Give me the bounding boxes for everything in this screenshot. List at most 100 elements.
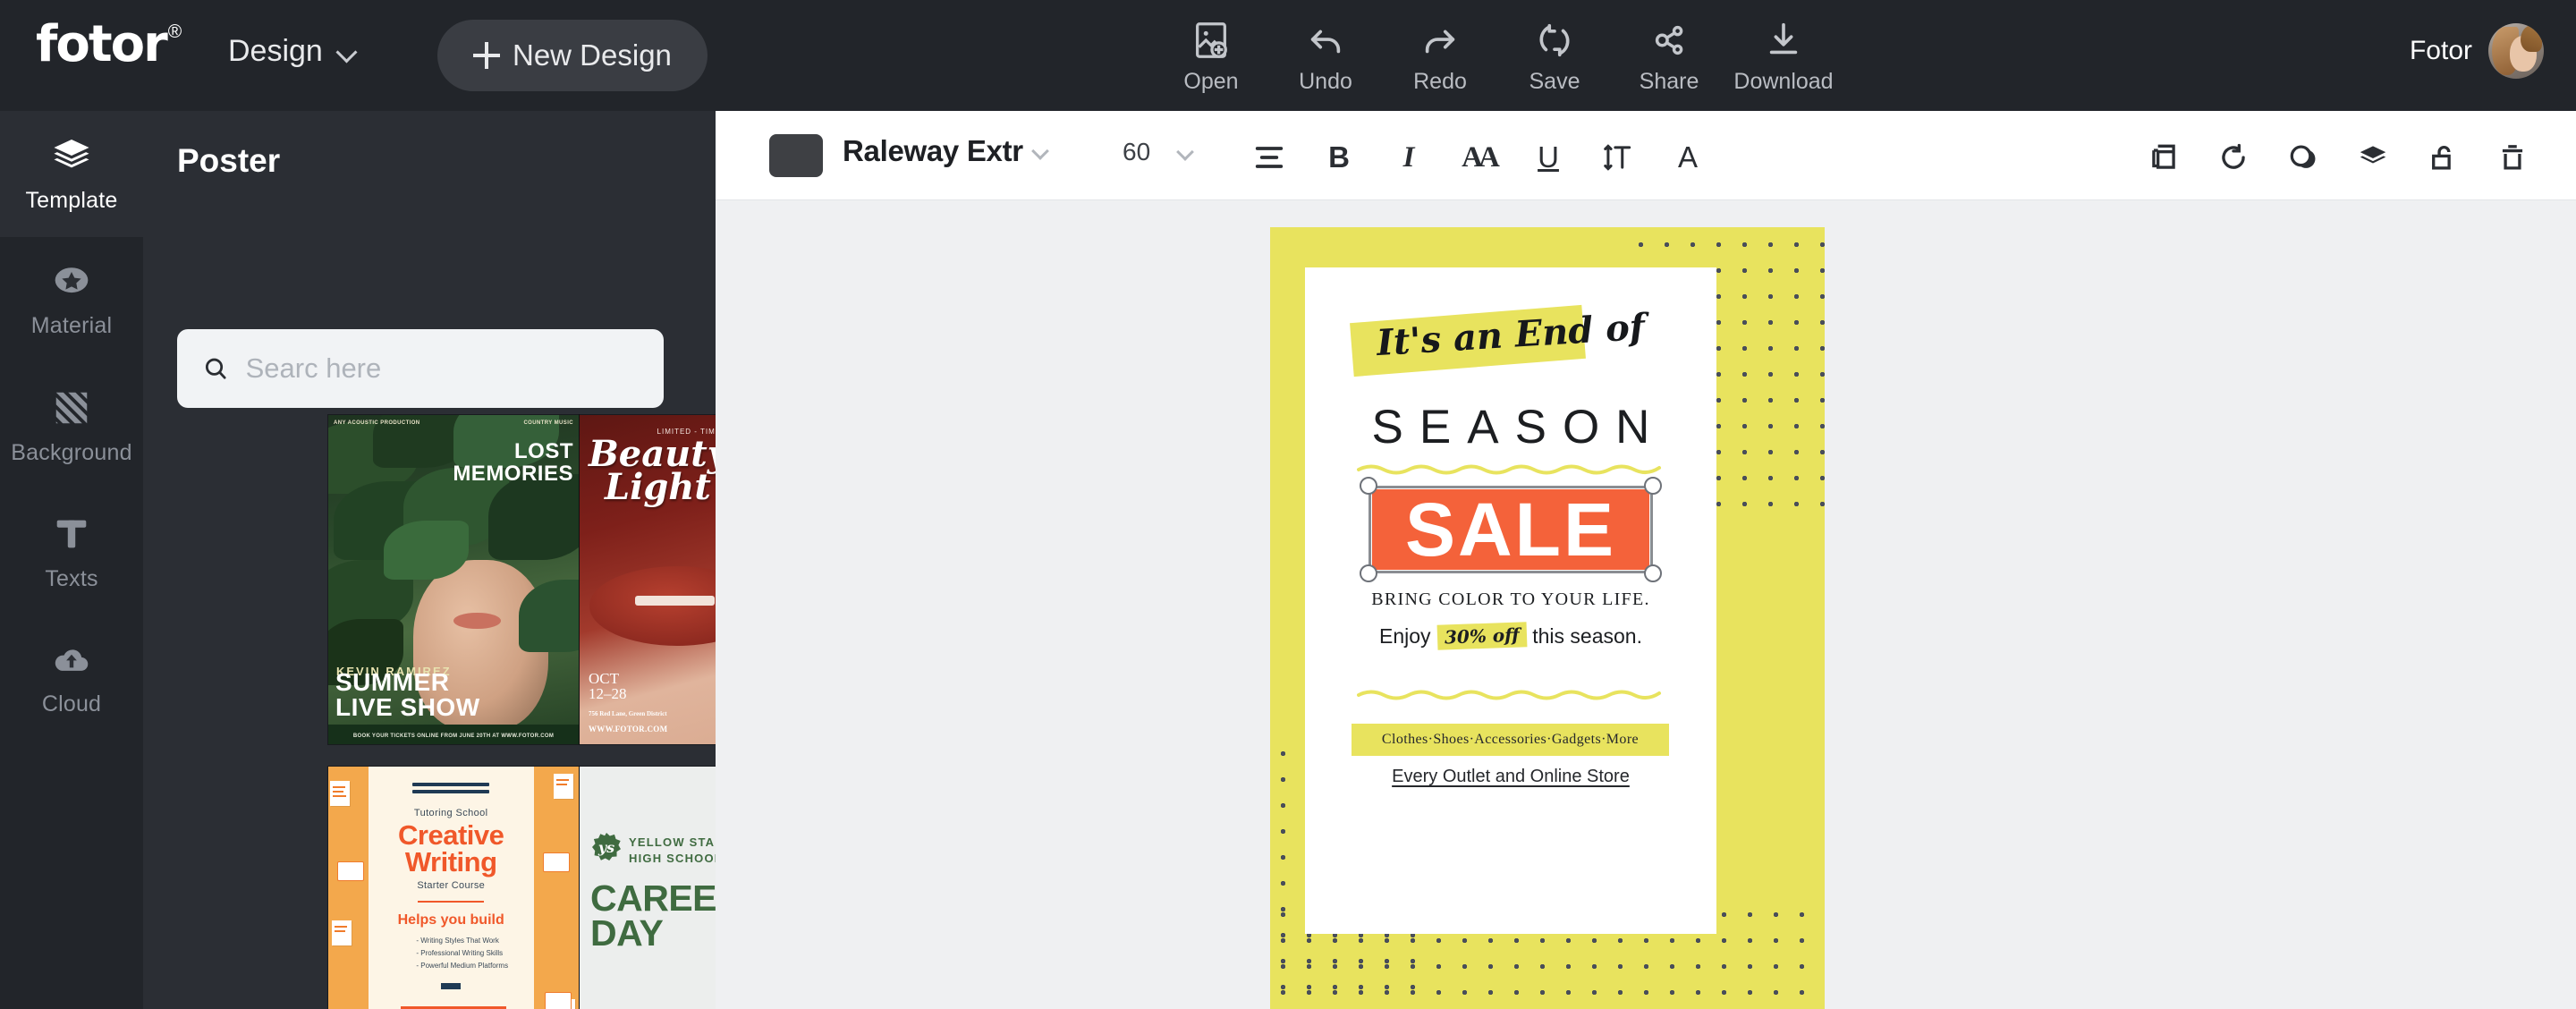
plus-icon — [473, 42, 500, 69]
bold-button[interactable]: B — [1304, 131, 1374, 184]
template-thumbnail-beauty-light[interactable]: LIMITED - TIME OFFER Beauty Light #324 C… — [580, 415, 716, 744]
text-effects-button[interactable]: A — [1653, 131, 1723, 184]
layer-button[interactable] — [2338, 131, 2408, 184]
font-family-value: Raleway Extr — [843, 134, 1023, 167]
template-address: 756 Red Lane, Green District — [589, 710, 667, 717]
opacity-circles-icon — [2290, 145, 2316, 168]
resize-handle-top-right[interactable] — [1644, 477, 1662, 495]
search-input[interactable] — [245, 352, 639, 385]
bullet: - Writing Styles That Work — [416, 937, 499, 945]
canvas-area[interactable]: It's an End of SEASON SALE BRING COLOR T… — [716, 200, 2576, 1009]
design-menu[interactable]: Design — [228, 34, 357, 69]
share-nodes-icon — [1655, 25, 1683, 55]
poster-categories-bar[interactable]: Clothes·Shoes·Accessories·Gadgets·More — [1352, 724, 1669, 756]
trash-icon — [2502, 145, 2523, 170]
template-title: CAREER DAY — [590, 878, 716, 952]
redo-button[interactable]: Redo — [1383, 14, 1497, 95]
enjoy-prefix: Enjoy — [1379, 623, 1431, 648]
template-title-line2: Light — [605, 465, 711, 508]
poster-tagline[interactable]: BRING COLOR TO YOUR LIFE. — [1305, 589, 1716, 610]
poster-season-text[interactable]: SEASON — [1305, 400, 1716, 454]
undo-button[interactable]: Undo — [1268, 14, 1383, 95]
delete-button[interactable] — [2478, 131, 2547, 184]
save-button[interactable]: Save — [1497, 14, 1612, 95]
user-account[interactable]: Fotor — [2410, 23, 2544, 79]
chevron-down-icon — [1032, 143, 1048, 159]
cloud-upload-icon — [55, 649, 89, 671]
enjoy-suffix: this season. — [1532, 623, 1642, 648]
new-design-button[interactable]: New Design — [437, 20, 708, 91]
template-thumbnail-lost-memories[interactable]: ANY ACOUSTIC PRODUCTION COUNTRY MUSIC LO… — [328, 415, 579, 744]
resize-handle-bottom-right[interactable] — [1644, 564, 1662, 582]
share-button[interactable]: Share — [1612, 14, 1726, 95]
copy-duplicate-icon — [2152, 144, 2175, 169]
poster-categories-text: Clothes·Shoes·Accessories·Gadgets·More — [1381, 732, 1640, 747]
text-color-swatch[interactable] — [769, 134, 823, 177]
line-height-button[interactable] — [1583, 131, 1653, 184]
resize-handle-top-left[interactable] — [1360, 477, 1377, 495]
poster-enjoy-row[interactable]: Enjoy 30% off this season. — [1305, 622, 1716, 650]
divider — [418, 901, 485, 903]
star-badge-icon — [55, 267, 89, 293]
sidebar-item-template[interactable]: Template — [0, 111, 143, 237]
italic-button[interactable]: I — [1374, 131, 1444, 184]
text-effects-glyph: A — [1677, 140, 1698, 174]
lock-button[interactable] — [2408, 131, 2478, 184]
date-line1: OCT — [589, 670, 619, 687]
poster-canvas[interactable]: It's an End of SEASON SALE BRING COLOR T… — [1270, 227, 1825, 1009]
title-line2: Writing — [404, 846, 497, 878]
enjoy-discount: 30% off — [1436, 622, 1527, 650]
opacity-button[interactable] — [2268, 131, 2338, 184]
user-name: Fotor — [2409, 36, 2472, 65]
template-thumbnail-career-day[interactable]: ys YELLOW STAR HIGH SCHOOL CAREER DAY ME… — [580, 767, 716, 1009]
template-thumbnail-creative-writing[interactable]: Tutoring School Creative Writing Starter… — [328, 767, 579, 1009]
font-family-select[interactable]: Raleway Extr — [843, 134, 1048, 168]
rotate-button[interactable] — [2199, 131, 2268, 184]
download-button[interactable]: Download — [1726, 14, 1841, 95]
align-icon — [1255, 147, 1284, 168]
template-subtitle: Starter Course — [417, 880, 486, 891]
sidebar-item-label: Background — [11, 439, 132, 465]
sidebar-item-label: Texts — [45, 565, 98, 591]
template-footer: BOOK YOUR TICKETS ONLINE FROM JUNE 20TH … — [352, 733, 555, 739]
sidebar-item-material[interactable]: Material — [0, 237, 143, 363]
redo-arrow-icon — [1425, 30, 1455, 54]
avatar-hair-right — [2521, 25, 2542, 52]
template-bullets: - Writing Styles That Work - Professiona… — [416, 935, 508, 972]
new-design-label: New Design — [513, 38, 672, 72]
poster-store-link[interactable]: Every Outlet and Online Store — [1305, 767, 1716, 787]
top-bar: fotor ® Design New Design Open Undo Redo… — [0, 0, 2576, 111]
search-box[interactable] — [177, 329, 664, 408]
template-url: WWW.FOTOR.COM — [589, 725, 668, 733]
align-text-button[interactable] — [1234, 131, 1304, 184]
bullet: - Professional Writing Skills — [416, 949, 504, 957]
template-title: Creative Writing — [369, 821, 534, 878]
resize-handle-bottom-left[interactable] — [1360, 564, 1377, 582]
open-label: Open — [1183, 69, 1239, 94]
save-label: Save — [1529, 69, 1580, 94]
hatched-square-icon — [55, 392, 88, 423]
tab-graphic — [441, 983, 462, 989]
sidebar-item-texts[interactable]: Texts — [0, 489, 143, 615]
open-button[interactable]: Open — [1154, 14, 1268, 95]
school-logo-icon: ys — [592, 833, 621, 861]
underline-button[interactable]: U — [1513, 131, 1583, 184]
template-label: ANY ACOUSTIC PRODUCTION — [334, 420, 420, 426]
registered-mark-icon: ® — [167, 21, 182, 42]
letter-spacing-glyph: AA — [1462, 140, 1500, 174]
unlock-icon — [2432, 146, 2451, 170]
chevron-down-icon — [337, 42, 357, 62]
avatar[interactable] — [2488, 23, 2544, 79]
title-line1: CAREER — [590, 878, 716, 919]
sidebar-item-label: Template — [25, 187, 118, 213]
template-title: LOST MEMORIES — [453, 439, 573, 487]
duplicate-button[interactable] — [2129, 131, 2199, 184]
fotor-logo[interactable]: fotor ® — [36, 20, 182, 70]
selected-sale-object[interactable]: SALE — [1360, 477, 1662, 582]
sidebar-item-background[interactable]: Background — [0, 363, 143, 489]
sidebar-item-cloud[interactable]: Cloud — [0, 615, 143, 742]
text-tool-group: B I AA U A — [1234, 131, 1723, 184]
font-size-select[interactable]: 60 — [1123, 138, 1193, 166]
squiggle-divider-top — [1357, 464, 1661, 475]
letter-spacing-button[interactable]: AA — [1444, 131, 1513, 184]
